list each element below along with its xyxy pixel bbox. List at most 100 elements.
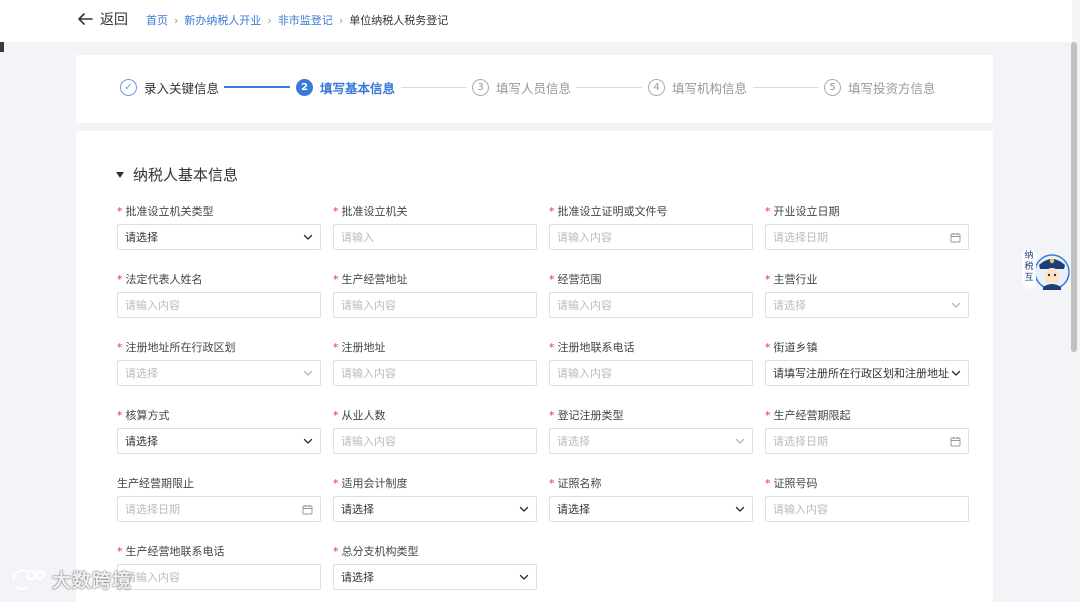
calendar-icon — [950, 436, 961, 446]
back-label: 返回 — [100, 12, 128, 28]
chevron-down-icon — [519, 506, 529, 512]
select-placeholder: 请选择日期 — [773, 231, 828, 244]
watermark-logo: 大数跨境 — [8, 566, 132, 593]
back-button[interactable]: 返回 — [76, 9, 128, 29]
approval-document-number-input[interactable] — [549, 224, 753, 250]
business-address-input[interactable] — [333, 292, 537, 318]
business-term-end-date-picker[interactable]: 请选择日期 — [117, 496, 321, 522]
field-label-text: 主营行业 — [773, 273, 818, 286]
required-asterisk: * — [765, 205, 771, 218]
required-asterisk: * — [549, 273, 555, 286]
accounting-method-select[interactable]: 请选择 — [117, 428, 321, 454]
watermark-icon — [12, 568, 45, 590]
field-label: * 主营行业 — [765, 273, 969, 287]
field-label: * 登记注册类型 — [549, 409, 753, 423]
section-toggle[interactable]: 纳税人基本信息 — [116, 164, 238, 185]
step-label: 填写机构信息 — [672, 80, 748, 96]
step-key-info[interactable]: ✓ 录入关键信息 — [120, 77, 219, 97]
field-label: * 注册地址 — [333, 341, 537, 355]
step-personnel-info[interactable]: 3 填写人员信息 — [472, 77, 571, 97]
required-asterisk: * — [333, 341, 339, 354]
required-asterisk: * — [765, 341, 771, 354]
field-business-address: * 生产经营地址 — [333, 273, 537, 318]
approval-document-number-text-input[interactable] — [557, 230, 745, 244]
accounting-system-select[interactable]: 请选择 — [333, 496, 537, 522]
legal-representative-name-input[interactable] — [117, 292, 321, 318]
field-label-text: 街道乡镇 — [773, 341, 818, 354]
field-label-text: 总分支机构类型 — [341, 545, 419, 558]
main-industry-select[interactable]: 请选择 — [765, 292, 969, 318]
breadcrumb-non-market-registration[interactable]: 非市监登记 — [278, 12, 333, 28]
step-label: 录入关键信息 — [144, 80, 220, 96]
select-placeholder: 请选择日期 — [125, 503, 180, 516]
registered-phone-text-input[interactable] — [557, 366, 745, 380]
field-label: * 总分支机构类型 — [333, 545, 537, 559]
business-phone-text-input[interactable] — [125, 570, 313, 584]
chevron-down-icon — [303, 234, 313, 240]
vertical-scrollbar[interactable] — [1071, 42, 1077, 352]
step-label: 填写人员信息 — [496, 80, 572, 96]
breadcrumb-new-taxpayer[interactable]: 新办纳税人开业 — [184, 12, 261, 28]
branch-type-select[interactable]: 请选择 — [333, 564, 537, 590]
field-accounting-system: * 适用会计制度 请选择 — [333, 477, 537, 522]
calendar-icon — [302, 504, 313, 514]
registered-phone-input[interactable] — [549, 360, 753, 386]
breadcrumb-separator-icon: › — [174, 13, 179, 27]
business-scope-text-input[interactable] — [557, 298, 745, 312]
business-phone-input[interactable] — [117, 564, 321, 590]
svg-text:纳: 纳 — [1024, 249, 1033, 261]
approval-authority-text-input[interactable] — [341, 230, 529, 244]
field-label-text: 批准设立机关 — [341, 205, 408, 218]
step-organization-info[interactable]: 4 填写机构信息 — [648, 77, 747, 97]
select-value: 请填写注册所在行政区划和注册地址 — [773, 367, 949, 380]
tax-interaction-mascot-icon[interactable]: 纳 税 互 — [1022, 243, 1070, 293]
field-street-township: * 街道乡镇请填写注册所在行政区划和注册地址 — [765, 341, 969, 386]
registered-address-text-input[interactable] — [341, 366, 529, 380]
business-scope-input[interactable] — [549, 292, 753, 318]
field-label-text: 注册地联系电话 — [557, 341, 635, 354]
field-label: * 法定代表人姓名 — [117, 273, 321, 287]
employee-count-text-input[interactable] — [341, 434, 529, 448]
field-label-text: 生产经营期限起 — [773, 409, 851, 422]
step-connector — [753, 87, 819, 88]
field-label-text: 生产经营地址 — [341, 273, 408, 286]
breadcrumb-home[interactable]: 首页 — [146, 12, 168, 28]
check-icon: ✓ — [120, 78, 137, 96]
required-asterisk: * — [333, 409, 339, 422]
field-label: * 证照名称 — [549, 477, 753, 491]
taxpayer-form: 纳税人基本信息 *批准设立机关类型请选择*批准设立机关*批准设立证明或文件号*开… — [76, 131, 993, 602]
arrow-left-icon — [78, 13, 93, 25]
required-asterisk: * — [765, 409, 771, 422]
step-basic-info[interactable]: 2 填写基本信息 — [296, 77, 395, 97]
registered-address-input[interactable] — [333, 360, 537, 386]
breadcrumb-separator-icon: › — [338, 13, 344, 27]
street-township-select[interactable]: 请填写注册所在行政区划和注册地址 — [765, 360, 969, 386]
step-investor-info[interactable]: 5 填写投资方信息 — [824, 77, 936, 97]
field-label-text: 注册地址 — [341, 341, 386, 354]
registered-district-select[interactable]: 请选择 — [117, 360, 321, 386]
field-label-text: 证照号码 — [773, 477, 818, 490]
select-placeholder: 请选择日期 — [773, 435, 828, 448]
step-label: 填写投资方信息 — [848, 80, 936, 96]
approval-authority-type-select[interactable]: 请选择 — [117, 224, 321, 250]
caret-down-icon — [116, 171, 124, 178]
license-number-text-input[interactable] — [773, 502, 961, 516]
business-address-text-input[interactable] — [341, 298, 529, 312]
license-name-select[interactable]: 请选择 — [549, 496, 753, 522]
employee-count-input[interactable] — [333, 428, 537, 454]
approval-authority-input[interactable] — [333, 224, 537, 250]
registration-type-select[interactable]: 请选择 — [549, 428, 753, 454]
field-business-term-start: * 生产经营期限起 请选择日期 — [765, 409, 969, 454]
field-label-text: 注册地址所在行政区划 — [125, 341, 236, 354]
field-label: * 批准设立证明或文件号 — [549, 205, 753, 219]
breadcrumb-separator-icon: › — [267, 13, 272, 27]
required-asterisk: * — [549, 409, 555, 422]
establishment-date-date-picker[interactable]: 请选择日期 — [765, 224, 969, 250]
required-asterisk: * — [117, 273, 123, 286]
license-number-input[interactable] — [765, 496, 969, 522]
field-main-industry: * 主营行业请选择 — [765, 273, 969, 318]
select-value: 请选择 — [125, 231, 158, 244]
business-term-start-date-picker[interactable]: 请选择日期 — [765, 428, 969, 454]
legal-representative-name-text-input[interactable] — [125, 298, 313, 312]
field-business-phone: * 生产经营地联系电话 — [117, 545, 321, 590]
